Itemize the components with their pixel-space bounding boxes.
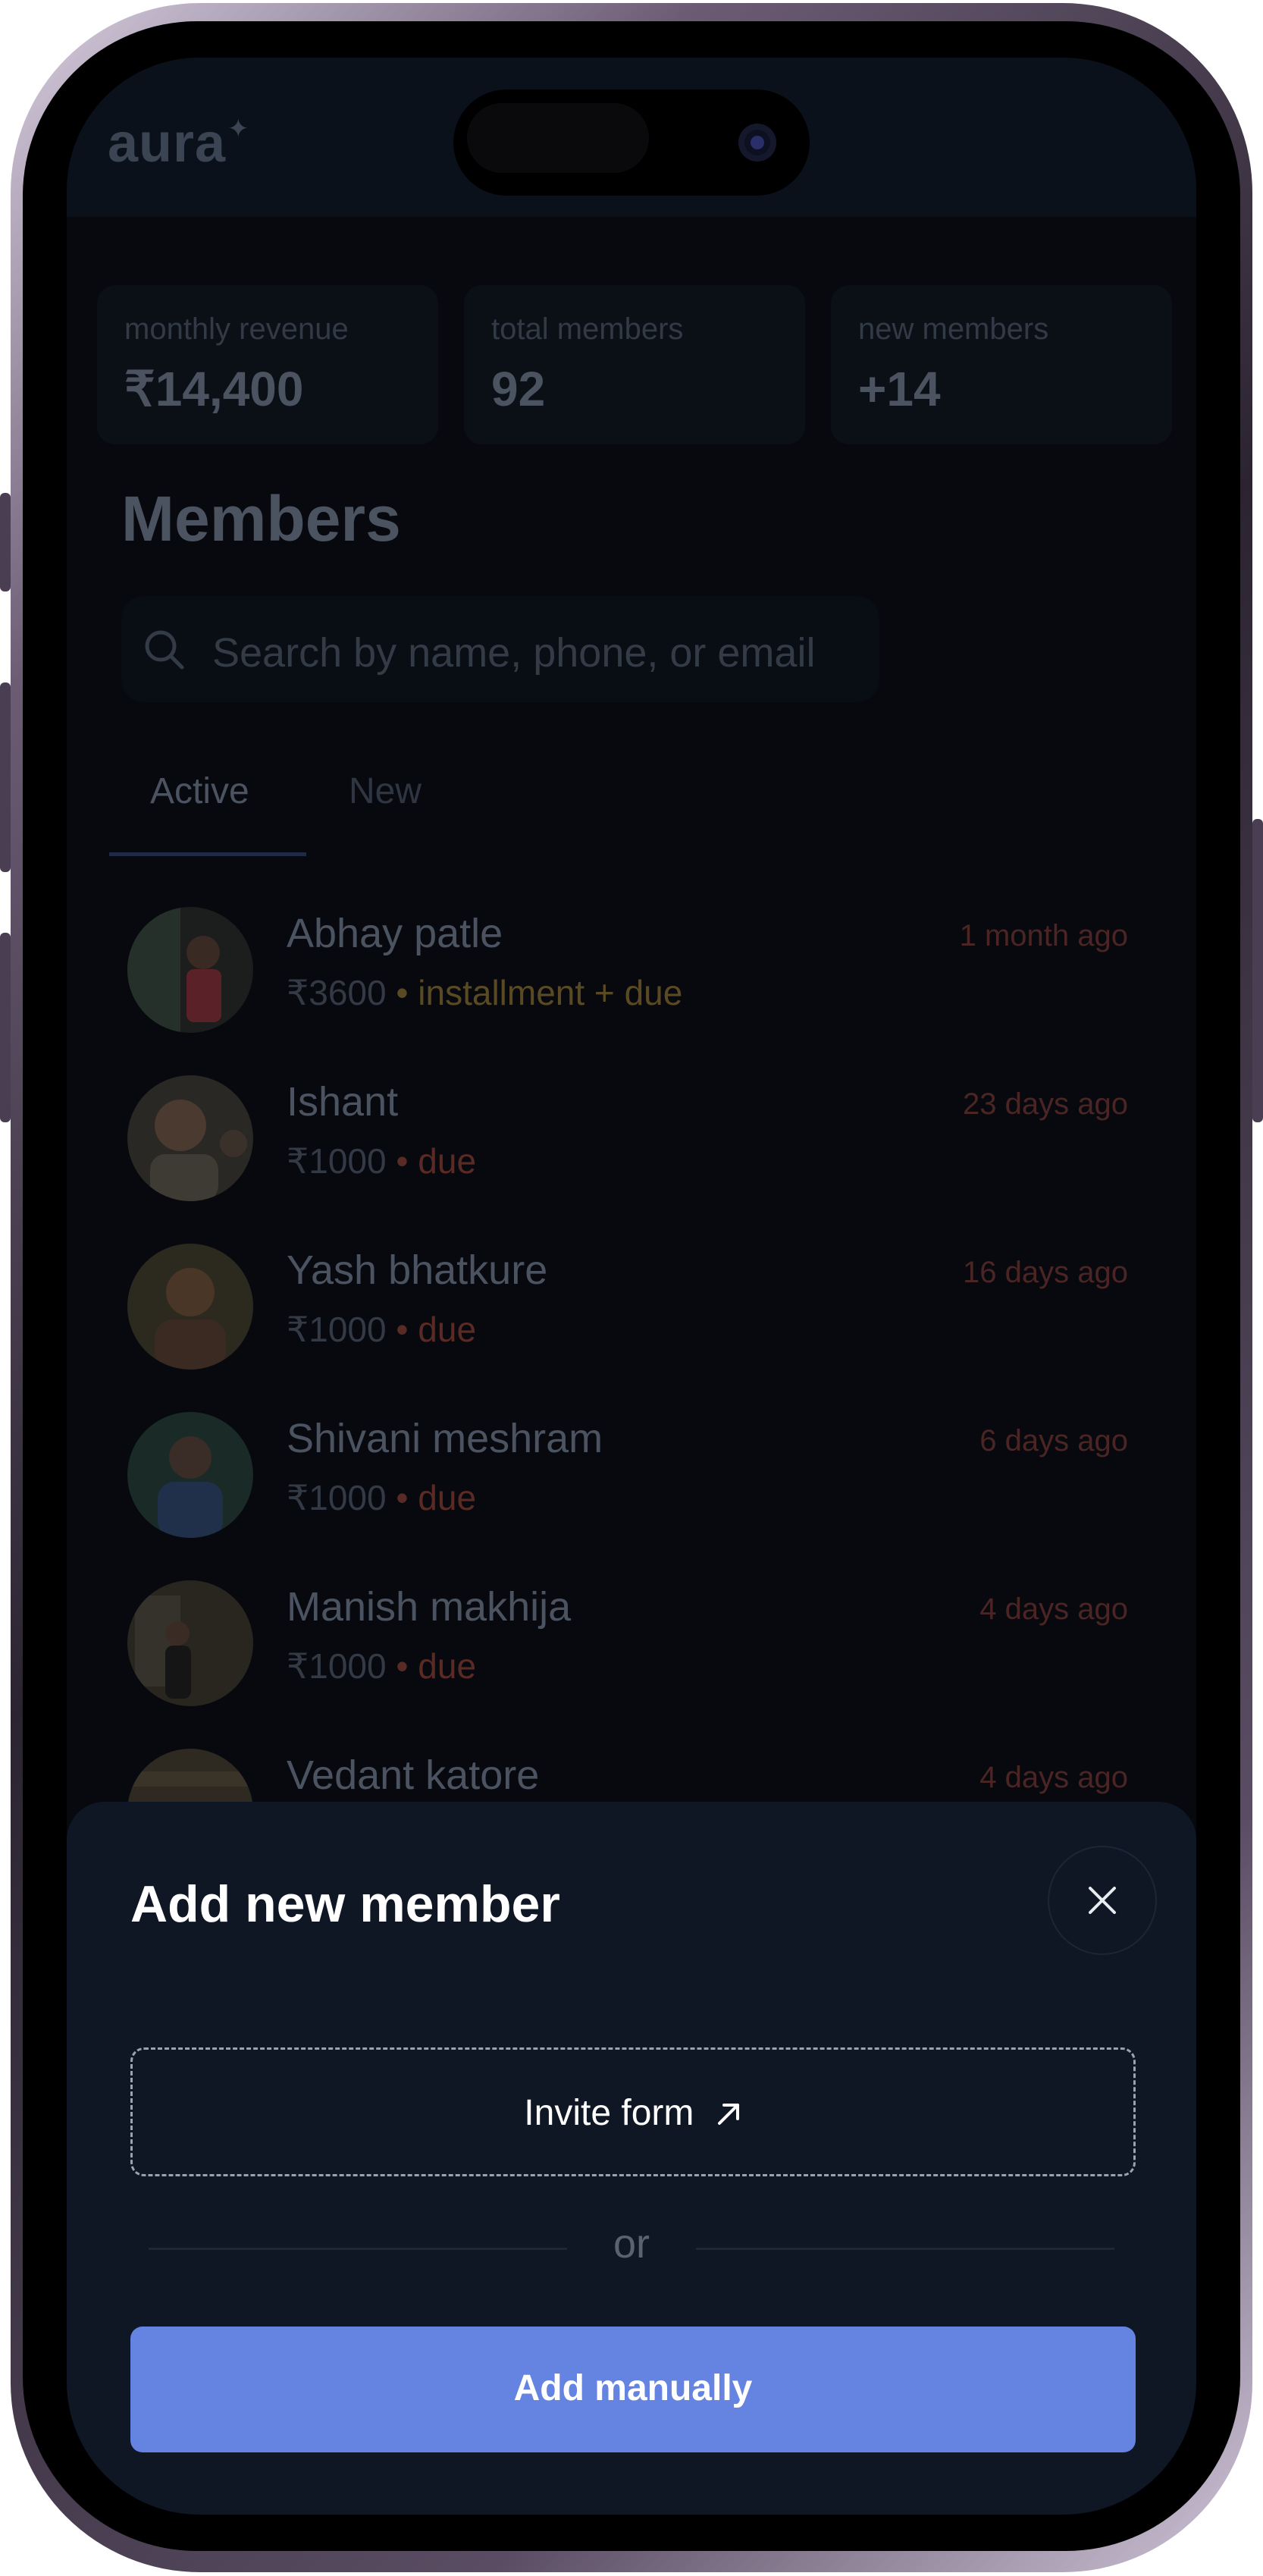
member-name: Manish makhija xyxy=(287,1584,572,1630)
close-button[interactable] xyxy=(1048,1846,1157,1955)
member-amount: ₹3600 xyxy=(287,973,387,1012)
member-name: Abhay patle xyxy=(287,911,503,956)
member-time: 4 days ago xyxy=(979,1592,1128,1626)
list-item[interactable]: Yash bhatkure ₹1000 • due 16 days ago xyxy=(97,1228,1158,1380)
avatar xyxy=(127,1075,253,1201)
stat-card-monthly-revenue: monthly revenue ₹14,400 xyxy=(97,285,438,444)
member-name: Vedant katore xyxy=(287,1752,540,1798)
close-icon xyxy=(1089,1887,1116,1914)
member-subtitle: ₹1000 • due xyxy=(287,1646,476,1686)
avatar xyxy=(127,907,253,1033)
tab-active[interactable]: Active xyxy=(150,770,249,812)
member-status: • due xyxy=(396,1141,477,1181)
avatar-image xyxy=(127,1075,253,1201)
logo-sparkle-icon: ✦ xyxy=(227,115,249,143)
arrow-up-right-icon xyxy=(717,2104,739,2125)
tab-indicator xyxy=(109,852,306,856)
member-subtitle: ₹1000 • due xyxy=(287,1141,476,1181)
invite-form-label: Invite form xyxy=(524,2093,694,2133)
island-pill xyxy=(467,103,649,173)
page-title: Members xyxy=(121,483,401,554)
screen: aura ✦ monthly revenue ₹14,400 total mem… xyxy=(67,58,1196,2515)
sheet-title: Add new member xyxy=(130,1875,560,1933)
add-member-sheet: Add new member Invite form or Add manual… xyxy=(67,1802,1196,2515)
power-button xyxy=(1252,819,1263,1122)
member-subtitle: ₹1000 • due xyxy=(287,1477,476,1518)
invite-form-label-row: Invite form xyxy=(133,2092,1133,2134)
member-time: 1 month ago xyxy=(959,919,1128,952)
member-time: 23 days ago xyxy=(963,1087,1128,1121)
stat-label: new members xyxy=(858,312,1049,346)
stat-card-new-members: new members +14 xyxy=(831,285,1172,444)
avatar-image xyxy=(127,1244,253,1370)
member-amount: ₹1000 xyxy=(287,1646,387,1686)
front-camera-icon xyxy=(738,124,776,162)
avatar xyxy=(127,1412,253,1538)
member-time: 6 days ago xyxy=(979,1424,1128,1457)
stat-value: ₹14,400 xyxy=(124,362,304,416)
volume-up-button xyxy=(0,682,11,872)
avatar-image xyxy=(127,1412,253,1538)
invite-form-button[interactable]: Invite form xyxy=(130,2047,1136,2176)
list-item[interactable]: Shivani meshram ₹1000 • due 6 days ago xyxy=(97,1397,1158,1548)
list-item[interactable]: Abhay patle ₹3600 • installment + due 1 … xyxy=(97,892,1158,1043)
divider-or-text: or xyxy=(613,2221,650,2267)
app-logo: aura xyxy=(108,113,227,174)
member-status: • installment + due xyxy=(396,973,683,1012)
member-name: Shivani meshram xyxy=(287,1416,603,1461)
member-time: 4 days ago xyxy=(979,1761,1128,1794)
member-status: • due xyxy=(396,1646,477,1686)
member-amount: ₹1000 xyxy=(287,1141,387,1181)
add-manually-button[interactable]: Add manually xyxy=(130,2327,1136,2452)
member-amount: ₹1000 xyxy=(287,1310,387,1349)
avatar-image xyxy=(127,907,253,1033)
avatar xyxy=(127,1580,253,1706)
member-status: • due xyxy=(396,1478,477,1517)
avatar-image xyxy=(127,1580,253,1706)
list-item[interactable]: Ishant ₹1000 • due 23 days ago xyxy=(97,1060,1158,1212)
add-manually-label: Add manually xyxy=(513,2368,753,2408)
member-subtitle: ₹1000 • due xyxy=(287,1309,476,1350)
member-status: • due xyxy=(396,1310,477,1349)
search-placeholder: Search by name, phone, or email xyxy=(212,630,816,676)
list-item[interactable]: Manish makhija ₹1000 • due 4 days ago xyxy=(97,1565,1158,1717)
member-name: Yash bhatkure xyxy=(287,1247,548,1293)
stat-label: monthly revenue xyxy=(124,312,349,346)
tab-new[interactable]: New xyxy=(349,770,422,812)
stat-value: 92 xyxy=(491,362,546,416)
stat-value: +14 xyxy=(858,362,941,416)
member-amount: ₹1000 xyxy=(287,1478,387,1517)
stat-label: total members xyxy=(491,312,684,346)
search-input[interactable]: Search by name, phone, or email xyxy=(121,596,879,702)
avatar xyxy=(127,1244,253,1370)
volume-down-button xyxy=(0,933,11,1122)
member-subtitle: ₹3600 • installment + due xyxy=(287,972,682,1013)
search-icon xyxy=(145,630,184,670)
stat-card-total-members: total members 92 xyxy=(464,285,805,444)
action-button xyxy=(0,493,11,591)
member-name: Ishant xyxy=(287,1079,399,1125)
member-time: 16 days ago xyxy=(963,1256,1128,1289)
